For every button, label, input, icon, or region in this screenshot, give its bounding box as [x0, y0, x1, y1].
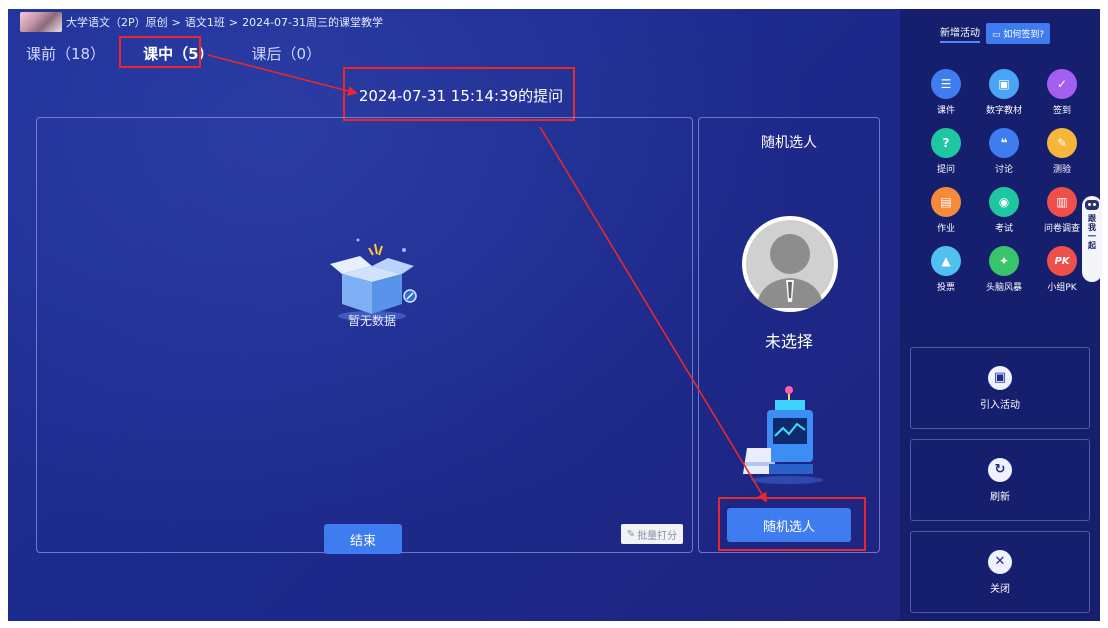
activity-quiz[interactable]: ✎ 测验	[1034, 128, 1090, 175]
refresh-icon: ↻	[988, 457, 1012, 482]
lottery-machine-icon	[743, 386, 823, 484]
refresh-label: 刷新	[990, 491, 1010, 503]
breadcrumb-course[interactable]: 大学语文（2P）原创	[66, 14, 168, 30]
activity-label: 作业	[936, 224, 955, 234]
activity-label: 提问	[936, 165, 955, 175]
refresh-button[interactable]: ↻ 刷新	[910, 439, 1090, 521]
activity-homework[interactable]: ▤ 作业	[918, 187, 974, 234]
batch-score-label: 批量打分	[637, 530, 678, 542]
avatar	[742, 216, 838, 312]
random-picker-panel: 随机选人 未选择 随机选人	[698, 117, 880, 553]
activity-vote[interactable]: ▲ 投票	[918, 246, 974, 293]
quiz-icon: ✎	[1047, 128, 1077, 158]
activity-label: 课件	[936, 106, 955, 116]
how-signin-button[interactable]: ▭ 如何签到?	[986, 23, 1051, 44]
activity-label: 讨论	[994, 165, 1013, 175]
new-activity-label[interactable]: 新增活动	[940, 24, 980, 43]
tab-before-class[interactable]: 课前（18）	[22, 41, 109, 66]
sidebar-header: 新增活动 ▭ 如何签到?	[940, 23, 1051, 44]
vote-icon: ▲	[931, 246, 961, 276]
breadcrumb-separator: >	[171, 15, 181, 29]
edit-icon: ✎	[626, 528, 636, 540]
breadcrumb-class[interactable]: 语文1班	[185, 14, 225, 30]
activity-grid: ☰ 课件 ▣ 数字教材 ✓ 签到 ? 提问 ❝ 讨论 ✎ 测验 ▤ 作业 ◉ 考…	[918, 69, 1094, 293]
activity-digital-textbook[interactable]: ▣ 数字教材	[976, 69, 1032, 116]
how-signin-label: 如何签到?	[1003, 30, 1045, 40]
exam-icon: ◉	[989, 187, 1019, 217]
activity-exam[interactable]: ◉ 考试	[976, 187, 1032, 234]
random-pick-button[interactable]: 随机选人	[727, 508, 851, 542]
picker-title: 随机选人	[761, 135, 817, 151]
activity-courseware[interactable]: ☰ 课件	[918, 69, 974, 116]
robot-helper-label: 跟我一起	[1087, 214, 1097, 250]
default-avatar-icon	[746, 220, 834, 308]
survey-icon: ▥	[1047, 187, 1077, 217]
brainstorm-icon: ✦	[989, 246, 1019, 276]
course-thumbnail	[20, 12, 62, 32]
robot-icon	[1085, 200, 1099, 210]
activity-signin[interactable]: ✓ 签到	[1034, 69, 1090, 116]
close-icon: ✕	[988, 549, 1012, 574]
activity-label: 数字教材	[985, 106, 1022, 116]
video-icon: ▭	[992, 30, 1004, 40]
activity-label: 头脑风暴	[985, 283, 1022, 293]
activity-label: 小组PK	[1047, 283, 1077, 293]
activity-question[interactable]: ? 提问	[918, 128, 974, 175]
question-title: 2024-07-31 15:14:39的提问	[358, 86, 564, 105]
activity-label: 测验	[1052, 165, 1071, 175]
activity-label: 投票	[936, 283, 955, 293]
breadcrumb: 大学语文（2P）原创 > 语文1班 > 2024-07-31周三的课堂教学	[20, 11, 383, 33]
activity-label: 签到	[1052, 106, 1071, 116]
homework-icon: ▤	[931, 187, 961, 217]
picker-status: 未选择	[764, 332, 813, 351]
tab-after-class[interactable]: 课后（0）	[248, 41, 326, 66]
classroom-app: 大学语文（2P）原创 > 语文1班 > 2024-07-31周三的课堂教学 课前…	[8, 9, 1100, 621]
group-pk-icon: PK	[1047, 246, 1077, 276]
activity-label: 问卷调查	[1043, 224, 1080, 234]
phase-tabs: 课前（18） 课中（5） 课后（0）	[22, 41, 325, 66]
answers-panel: 暂无数据 结束 ✎ 批量打分	[36, 117, 693, 554]
empty-state-text: 暂无数据	[347, 314, 396, 328]
breadcrumb-session: 2024-07-31周三的课堂教学	[242, 16, 384, 29]
robot-helper-tab[interactable]: 跟我一起	[1082, 196, 1102, 282]
end-button[interactable]: 结束	[324, 524, 402, 554]
question-icon: ?	[931, 128, 961, 158]
digital-textbook-icon: ▣	[989, 69, 1019, 99]
courseware-icon: ☰	[931, 69, 961, 99]
close-button[interactable]: ✕ 关闭	[910, 531, 1090, 613]
activity-sidebar: 新增活动 ▭ 如何签到? ☰ 课件 ▣ 数字教材 ✓ 签到 ? 提问 ❝ 讨论 …	[900, 9, 1100, 621]
import-icon: ▣	[988, 365, 1012, 390]
activity-label: 考试	[994, 224, 1013, 234]
activity-brainstorm[interactable]: ✦ 头脑风暴	[976, 246, 1032, 293]
breadcrumb-separator: >	[228, 15, 239, 29]
discussion-icon: ❝	[989, 128, 1019, 158]
signin-icon: ✓	[1047, 69, 1077, 99]
close-label: 关闭	[990, 583, 1010, 595]
import-activity-button[interactable]: ▣ 引入活动	[910, 347, 1090, 429]
batch-score-button[interactable]: ✎ 批量打分	[621, 524, 683, 544]
tab-in-class[interactable]: 课中（5）	[139, 41, 217, 66]
import-activity-label: 引入活动	[980, 399, 1020, 411]
activity-discussion[interactable]: ❝ 讨论	[976, 128, 1032, 175]
